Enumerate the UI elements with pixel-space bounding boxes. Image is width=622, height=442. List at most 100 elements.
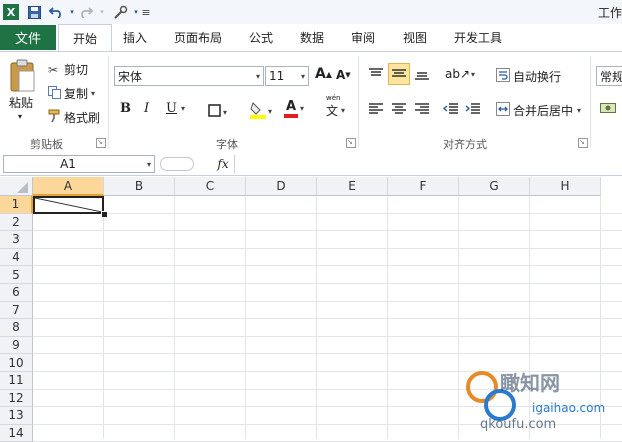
scissors-icon: ✂ — [48, 62, 59, 77]
row-header-14[interactable]: 14 — [0, 424, 33, 442]
alignment-group-label: 对齐方式 — [443, 138, 487, 151]
row-header-2[interactable]: 2 — [0, 213, 33, 232]
row-header-3[interactable]: 3 — [0, 231, 33, 249]
column-header-e[interactable]: E — [317, 177, 388, 196]
italic-button[interactable]: I — [144, 101, 149, 116]
font-color-button[interactable]: A — [284, 100, 298, 118]
copy-label: 复制 — [64, 87, 89, 101]
fill-handle[interactable] — [101, 211, 108, 218]
tab-file[interactable]: 文件 — [0, 25, 56, 50]
tab-view[interactable]: 视图 — [398, 25, 432, 50]
row-header-7[interactable]: 7 — [0, 301, 33, 320]
phonetic-button[interactable]: wén 文 ▾ — [326, 94, 345, 119]
redo-icon[interactable] — [78, 4, 94, 20]
row-header-13[interactable]: 13 — [0, 407, 33, 425]
copy-dropdown-icon[interactable]: ▾ — [91, 89, 95, 98]
tab-formulas[interactable]: 公式 — [244, 25, 278, 50]
row-header-1[interactable]: 1 — [0, 196, 33, 214]
underline-button[interactable]: U — [166, 101, 177, 116]
tab-data[interactable]: 数据 — [295, 25, 329, 50]
wrap-text-button[interactable]: 自动换行 — [496, 68, 561, 85]
row-header-10[interactable]: 10 — [0, 354, 33, 372]
borders-button[interactable]: ▾ — [208, 104, 227, 120]
column-header-f[interactable]: F — [388, 177, 459, 196]
shrink-font-button[interactable]: A ▼ — [336, 68, 351, 82]
gridline-horizontal — [33, 353, 622, 355]
alignment-launcher-icon[interactable]: ↘ — [578, 138, 588, 148]
wrap-text-icon — [496, 68, 510, 85]
align-left-button[interactable] — [368, 102, 384, 119]
excel-icon[interactable]: X — [3, 4, 19, 20]
column-header-c[interactable]: C — [175, 177, 246, 196]
format-painter-icon — [48, 109, 64, 126]
bold-button[interactable]: B — [120, 101, 131, 116]
row-header-12[interactable]: 12 — [0, 389, 33, 408]
column-header-h[interactable]: H — [530, 177, 601, 196]
currency-format-button[interactable] — [600, 100, 616, 119]
paste-icon[interactable] — [8, 56, 38, 96]
ribbon-tabs: 文件 开始 插入 页面布局 公式 数据 审阅 视图 开发工具 — [0, 24, 622, 51]
grow-font-button[interactable]: A ▲ — [315, 66, 332, 82]
name-box-dropdown-icon[interactable]: ▾ — [147, 160, 151, 169]
formula-bar-resize-handle[interactable] — [160, 157, 194, 171]
column-header-d[interactable]: D — [246, 177, 317, 196]
orientation-button[interactable]: ab↗ ▾ — [445, 67, 475, 81]
underline-dropdown-icon[interactable]: ▾ — [181, 104, 185, 113]
merge-center-label: 合并后居中 — [513, 104, 574, 118]
redo-dropdown-icon[interactable]: ▾ — [94, 4, 110, 20]
active-cell-a1[interactable] — [33, 196, 104, 214]
decrease-indent-button[interactable] — [442, 102, 459, 119]
grow-font-label: A — [315, 66, 326, 82]
gridline-horizontal — [33, 318, 622, 320]
number-format-select[interactable]: 常规 — [596, 66, 622, 86]
format-painter-button[interactable]: 格式刷 — [48, 109, 100, 126]
row-header-6[interactable]: 6 — [0, 284, 33, 302]
row-header-8[interactable]: 8 — [0, 319, 33, 337]
row-header-9[interactable]: 9 — [0, 336, 33, 355]
macro-icon[interactable] — [112, 4, 128, 20]
cut-label: 剪切 — [64, 63, 89, 77]
font-launcher-icon[interactable]: ↘ — [346, 138, 356, 148]
cut-button[interactable]: ✂ 剪切 — [48, 61, 88, 78]
fill-color-button[interactable]: ▾ — [250, 101, 272, 122]
merge-center-button[interactable]: 合并后居中 ▾ — [496, 102, 581, 119]
paste-dropdown-icon[interactable]: ▾ — [18, 112, 22, 121]
font-color-dropdown-icon[interactable]: ▾ — [300, 104, 304, 113]
tab-page-layout[interactable]: 页面布局 — [168, 25, 228, 50]
currency-icon — [600, 100, 616, 119]
grow-font-icon: ▲ — [325, 69, 332, 79]
align-center-button[interactable] — [391, 102, 407, 119]
increase-indent-button[interactable] — [465, 102, 481, 119]
formula-input[interactable] — [234, 155, 620, 173]
tab-insert[interactable]: 插入 — [118, 25, 152, 50]
align-right-button[interactable] — [414, 102, 430, 119]
insert-function-button[interactable]: fx — [214, 156, 232, 172]
tab-developer[interactable]: 开发工具 — [448, 25, 508, 50]
column-header-g[interactable]: G — [459, 177, 530, 196]
column-header-a[interactable]: A — [33, 177, 104, 196]
select-all-corner[interactable] — [0, 177, 33, 196]
border-icon — [208, 104, 221, 120]
undo-icon[interactable] — [48, 4, 64, 20]
font-size-select[interactable]: 11 ▾ — [265, 66, 309, 86]
customize-icon[interactable]: ≡ — [138, 4, 154, 20]
copy-button[interactable]: 复制 ▾ — [48, 85, 95, 102]
format-painter-label: 格式刷 — [64, 111, 101, 125]
row-header-11[interactable]: 11 — [0, 372, 33, 390]
clipboard-group-label: 剪贴板 — [30, 138, 63, 151]
font-family-select[interactable]: 宋体 ▾ — [114, 66, 264, 86]
row-header-5[interactable]: 5 — [0, 266, 33, 284]
align-bottom-button[interactable] — [414, 67, 430, 84]
column-header-b[interactable]: B — [104, 177, 175, 196]
tab-review[interactable]: 审阅 — [346, 25, 380, 50]
window-title: 工作 — [597, 6, 622, 20]
name-box[interactable]: A1 ▾ — [3, 155, 155, 173]
save-icon[interactable] — [26, 4, 42, 20]
row-header-4[interactable]: 4 — [0, 248, 33, 267]
tab-home[interactable]: 开始 — [58, 24, 112, 51]
clipboard-launcher-icon[interactable]: ↘ — [96, 138, 106, 148]
align-middle-button[interactable] — [388, 63, 410, 85]
align-top-button[interactable] — [368, 67, 384, 84]
paste-button[interactable]: 粘贴 — [9, 94, 33, 111]
phonetic-label: wén — [326, 94, 341, 102]
